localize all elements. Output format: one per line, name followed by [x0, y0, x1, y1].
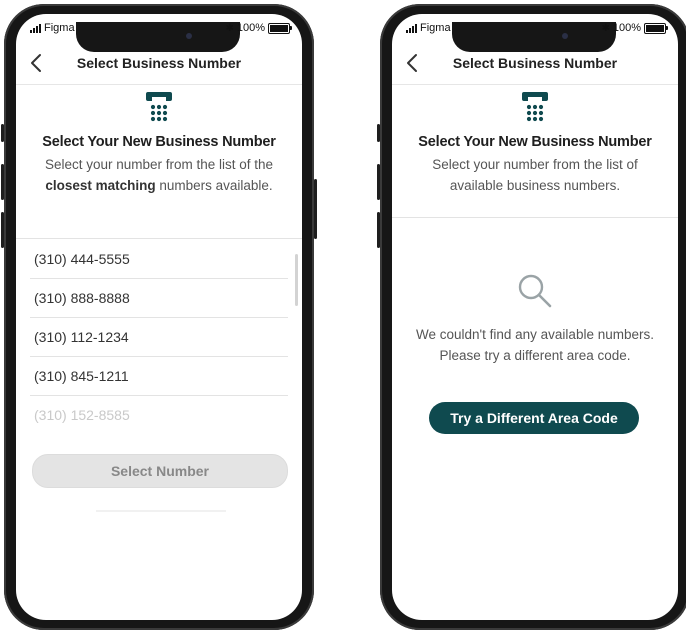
carrier-label: Figma — [44, 22, 75, 34]
hero-description: Select your number from the list of the … — [44, 157, 274, 193]
battery-icon — [268, 22, 292, 34]
number-list[interactable]: (310) 444-5555 (310) 888-8888 (310) 112-… — [16, 240, 302, 430]
battery-percent: 100% — [612, 22, 641, 34]
battery-percent: 100% — [236, 22, 265, 34]
phone-frame-right: Figma ✱ 100% Select Business Number Sele… — [377, 4, 686, 630]
faint-divider — [96, 510, 226, 512]
mute-switch — [377, 124, 380, 142]
battery-icon — [644, 22, 668, 34]
telephone-icon — [522, 92, 548, 122]
screen-right: Figma ✱ 100% Select Business Number Sele… — [392, 14, 678, 620]
phone-frame-left: Figma ✱ 100% Select Business Number Sele… — [1, 4, 317, 630]
volume-up-button — [1, 164, 4, 200]
number-option[interactable]: (310) 888-8888 — [30, 279, 288, 318]
screen-left: Figma ✱ 100% Select Business Number Sele… — [16, 14, 302, 620]
bluetooth-icon: ✱ — [225, 22, 234, 34]
number-option[interactable]: (310) 845-1211 — [30, 357, 288, 396]
hero-heading: Select Your New Business Number — [418, 134, 652, 150]
number-option[interactable]: (310) 152-8585 — [30, 396, 288, 430]
search-icon — [518, 274, 552, 308]
number-option[interactable]: (310) 112-1234 — [30, 318, 288, 357]
empty-state: We couldn't find any available numbers. … — [392, 272, 678, 366]
try-different-area-code-button[interactable]: Try a Different Area Code — [429, 402, 639, 434]
divider — [392, 217, 678, 218]
select-number-button[interactable]: Select Number — [32, 454, 288, 488]
number-option[interactable]: (310) 444-5555 — [30, 240, 288, 279]
carrier-label: Figma — [420, 22, 451, 34]
divider — [16, 238, 302, 239]
page-title: Select Business Number — [452, 55, 618, 71]
power-button — [314, 179, 317, 239]
status-bar: Figma ✱ 100% — [392, 22, 678, 52]
volume-down-button — [377, 212, 380, 248]
volume-up-button — [377, 164, 380, 200]
page-title: Select Business Number — [76, 55, 242, 71]
hero-section: Select Your New Business Number Select y… — [392, 90, 678, 196]
nav-bar: Select Business Number — [16, 46, 302, 85]
status-bar: Figma ✱ 100% — [16, 22, 302, 52]
hero-section: Select Your New Business Number Select y… — [16, 90, 302, 196]
signal-icon — [30, 23, 41, 33]
empty-message: We couldn't find any available numbers. … — [416, 327, 654, 363]
mute-switch — [1, 124, 4, 142]
bluetooth-icon: ✱ — [601, 22, 610, 34]
telephone-icon — [146, 92, 172, 122]
nav-bar: Select Business Number — [392, 46, 678, 85]
volume-down-button — [1, 212, 4, 248]
scrollbar[interactable] — [295, 254, 298, 306]
hero-description: Select your number from the list of avai… — [432, 157, 638, 193]
hero-heading: Select Your New Business Number — [42, 134, 276, 150]
signal-icon — [406, 23, 417, 33]
